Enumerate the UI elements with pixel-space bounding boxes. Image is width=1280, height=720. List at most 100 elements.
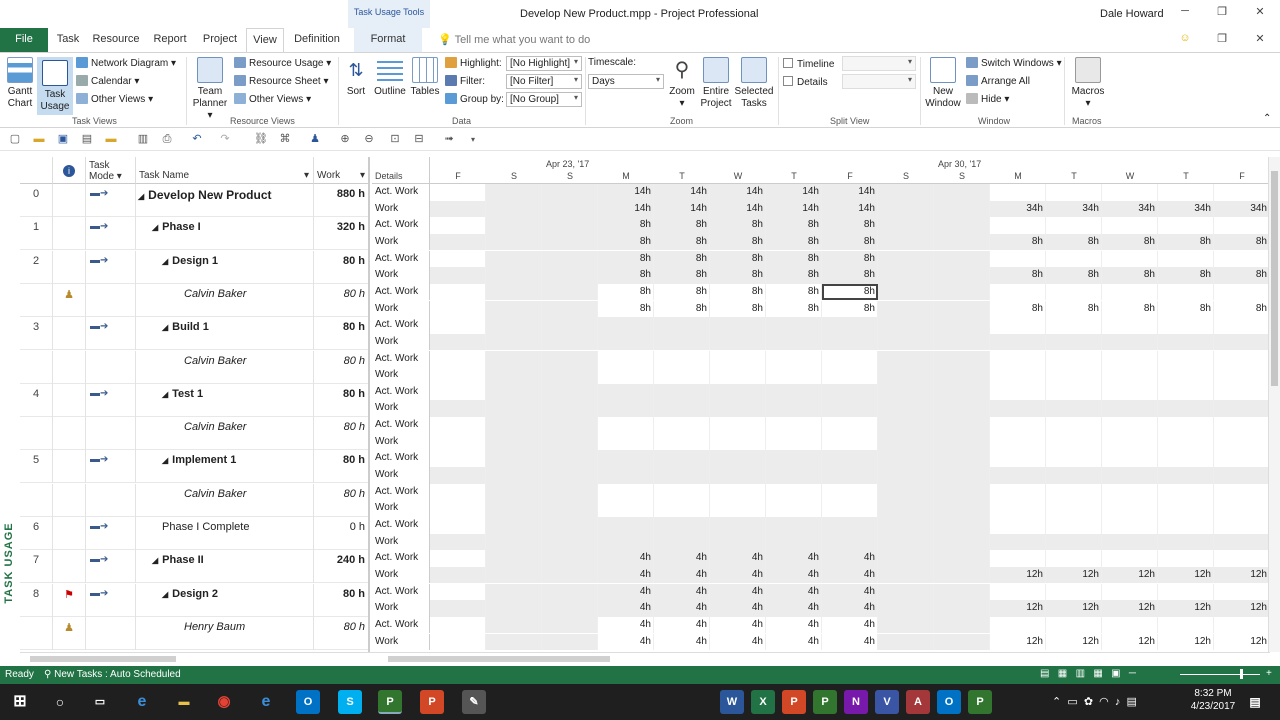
work-value-cell[interactable] [990, 283, 1046, 301]
work-value-cell[interactable] [1046, 184, 1102, 201]
work-value-cell[interactable]: 4h [766, 600, 822, 617]
task-row[interactable]: 3 ▬➔ ◢ Build 1 80 h [20, 317, 368, 351]
task-name-cell[interactable]: Calvin Baker [136, 350, 314, 384]
work-value-cell[interactable]: 12h [1102, 566, 1158, 584]
work-value-cell[interactable] [430, 400, 486, 417]
work-value-cell[interactable] [430, 450, 486, 467]
collapse-triangle-icon[interactable]: ◢ [162, 257, 168, 266]
assignment-row[interactable]: Calvin Baker 80 h [20, 417, 368, 451]
task-mode-cell[interactable]: ▬➔ [86, 217, 136, 251]
task-row[interactable]: 4 ▬➔ ◢ Test 1 80 h [20, 383, 368, 417]
work-value-cell[interactable] [430, 483, 486, 501]
work-value-cell[interactable] [1158, 433, 1214, 451]
horizontal-scrollbar[interactable] [20, 652, 1270, 665]
work-value-cell[interactable] [878, 267, 934, 284]
work-value-cell[interactable] [878, 233, 934, 251]
work-value-cell[interactable] [990, 533, 1046, 551]
app-icon[interactable]: ✎ [462, 690, 486, 714]
highlight-dropdown[interactable]: [No Highlight] [506, 56, 582, 71]
work-value-cell[interactable] [486, 333, 542, 351]
work-value-cell[interactable] [934, 600, 990, 617]
zoom-in-icon[interactable]: ⊕ [338, 133, 352, 146]
task-name-cell[interactable]: ◢ Build 1 [136, 317, 314, 351]
work-value-cell[interactable] [1046, 467, 1102, 484]
indicator-cell[interactable] [53, 550, 86, 584]
work-value-cell[interactable] [542, 317, 598, 334]
work-value-cell[interactable] [654, 517, 710, 534]
work-value-cell[interactable] [486, 317, 542, 334]
work-value-cell[interactable] [542, 283, 598, 301]
work-value-cell[interactable] [878, 400, 934, 417]
work-value-cell[interactable] [990, 550, 1046, 567]
work-value-cell[interactable] [1046, 317, 1102, 334]
work-value-cell[interactable] [1158, 317, 1214, 334]
work-value-cell[interactable]: 14h [654, 200, 710, 218]
work-value-cell[interactable] [542, 333, 598, 351]
work-value-cell[interactable] [542, 250, 598, 268]
work-value-cell[interactable] [486, 200, 542, 218]
work-value-cell[interactable]: 4h [822, 566, 878, 584]
work-value-cell[interactable] [878, 333, 934, 351]
work-cell[interactable]: 80 h [314, 384, 368, 417]
work-value-cell[interactable] [766, 483, 822, 501]
timeline-checkbox[interactable]: Timeline [783, 58, 834, 70]
work-value-cell[interactable] [486, 433, 542, 451]
work-value-cell[interactable]: 34h [990, 200, 1046, 218]
work-value-cell[interactable] [766, 383, 822, 401]
work-value-cell[interactable] [990, 616, 1046, 634]
work-value-cell[interactable] [1214, 467, 1268, 484]
work-value-cell[interactable]: 12h [990, 566, 1046, 584]
work-value-cell[interactable] [934, 200, 990, 218]
work-value-cell[interactable]: 12h [1158, 600, 1214, 617]
outlook-icon[interactable]: O [937, 690, 961, 714]
details-dropdown[interactable] [842, 74, 916, 89]
work-value-cell[interactable] [878, 367, 934, 384]
work-value-cell[interactable] [766, 517, 822, 534]
work-value-cell[interactable]: 8h [990, 233, 1046, 251]
work-value-cell[interactable] [1214, 217, 1268, 234]
work-value-cell[interactable]: 14h [654, 184, 710, 201]
work-value-cell[interactable] [654, 333, 710, 351]
task-row[interactable]: 7 ▬➔ ◢ Phase II 240 h [20, 550, 368, 584]
group-by-dropdown[interactable]: [No Group] [506, 92, 582, 107]
restore-icon[interactable]: ❐ [1212, 5, 1232, 21]
work-value-cell[interactable] [710, 483, 766, 501]
cortana-icon[interactable]: ○ [48, 690, 72, 714]
work-value-cell[interactable]: 4h [598, 550, 654, 567]
work-value-cell[interactable]: 12h [1214, 634, 1268, 651]
work-value-cell[interactable] [1214, 533, 1268, 551]
work-value-cell[interactable]: 8h [1102, 267, 1158, 284]
zoom-slider-thumb[interactable] [1240, 669, 1243, 679]
work-value-cell[interactable] [1102, 333, 1158, 351]
work-value-cell[interactable] [878, 350, 934, 367]
work-value-cell[interactable] [1214, 284, 1268, 301]
work-value-cell[interactable] [990, 583, 1046, 601]
work-value-cell[interactable]: 8h [654, 250, 710, 268]
work-value-cell[interactable] [1102, 217, 1158, 234]
work-value-cell[interactable] [710, 450, 766, 467]
task-mode-cell[interactable]: ▬➔ [86, 583, 136, 617]
work-value-cell[interactable] [1102, 583, 1158, 601]
details-header[interactable]: Details [372, 157, 430, 184]
work-value-cell[interactable] [1214, 550, 1268, 567]
work-value-cell[interactable] [1046, 517, 1102, 534]
work-value-cell[interactable]: 8h [766, 250, 822, 268]
work-value-cell[interactable]: 8h [598, 300, 654, 317]
work-value-cell[interactable] [710, 400, 766, 417]
task-mode-cell[interactable]: ▬➔ [86, 517, 136, 550]
work-value-cell[interactable] [878, 583, 934, 601]
work-value-cell[interactable] [1214, 417, 1268, 434]
work-value-cell[interactable] [1214, 517, 1268, 534]
work-value-cell[interactable] [1158, 500, 1214, 517]
work-value-cell[interactable] [1214, 400, 1268, 417]
work-value-cell[interactable] [486, 633, 542, 650]
work-value-cell[interactable] [1102, 317, 1158, 334]
collapse-triangle-icon[interactable]: ◢ [138, 192, 144, 201]
work-value-cell[interactable] [1046, 350, 1102, 367]
work-value-cell[interactable] [654, 367, 710, 384]
work-value-cell[interactable] [430, 300, 486, 317]
task-mode-cell[interactable]: ▬➔ [86, 317, 136, 351]
work-value-cell[interactable] [710, 383, 766, 401]
work-value-cell[interactable]: 14h [710, 200, 766, 218]
work-value-cell[interactable] [486, 616, 542, 634]
